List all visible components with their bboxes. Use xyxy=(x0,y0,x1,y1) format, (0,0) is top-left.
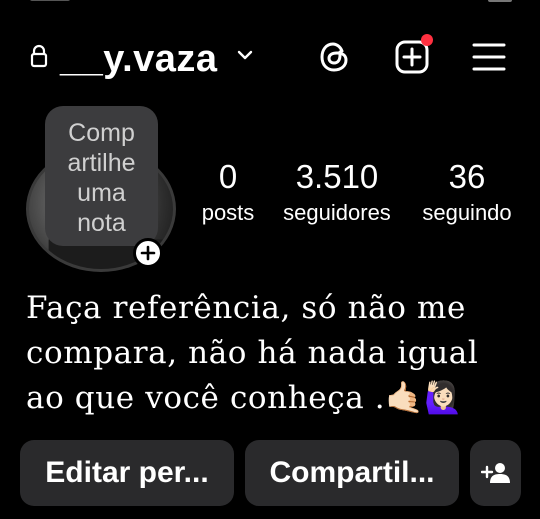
note-text-line: Comp xyxy=(68,119,135,147)
notification-dot xyxy=(421,34,433,46)
following-label: seguindo xyxy=(422,200,512,225)
username-switcher[interactable]: __y.vaza xyxy=(60,34,218,84)
followers-label: seguidores xyxy=(283,200,391,225)
followers-stat[interactable]: 3.510 seguidores xyxy=(272,156,402,228)
following-stat[interactable]: 36 seguindo xyxy=(414,156,520,228)
lock-icon xyxy=(30,44,48,68)
profile-header: __y.vaza xyxy=(0,30,540,86)
add-story-button[interactable] xyxy=(133,238,163,268)
note-text-line: artilhe xyxy=(67,149,136,177)
share-profile-button[interactable]: Compartil... xyxy=(245,440,459,506)
posts-count: 0 xyxy=(218,158,238,195)
hamburger-menu-icon[interactable] xyxy=(470,40,508,74)
add-person-icon xyxy=(480,463,510,483)
followers-count: 3.510 xyxy=(295,158,379,195)
plus-icon xyxy=(140,245,156,261)
note-text-line: uma xyxy=(77,179,126,207)
status-bar-left xyxy=(30,0,70,1)
status-bar xyxy=(0,0,540,6)
battery-icon xyxy=(488,0,512,2)
note-text-line: nota xyxy=(77,209,126,237)
posts-stat[interactable]: 0 posts xyxy=(198,156,258,228)
profile-bio: Faça referência, só não me compara, não … xyxy=(26,290,479,416)
share-note-bubble[interactable]: Comp artilhe uma nota xyxy=(45,106,158,246)
chevron-down-icon[interactable] xyxy=(236,46,254,64)
posts-label: posts xyxy=(201,200,255,225)
edit-profile-button[interactable]: Editar per... xyxy=(20,440,234,506)
discover-people-button[interactable] xyxy=(470,440,521,506)
following-count: 36 xyxy=(448,158,486,195)
threads-icon[interactable] xyxy=(316,38,354,76)
